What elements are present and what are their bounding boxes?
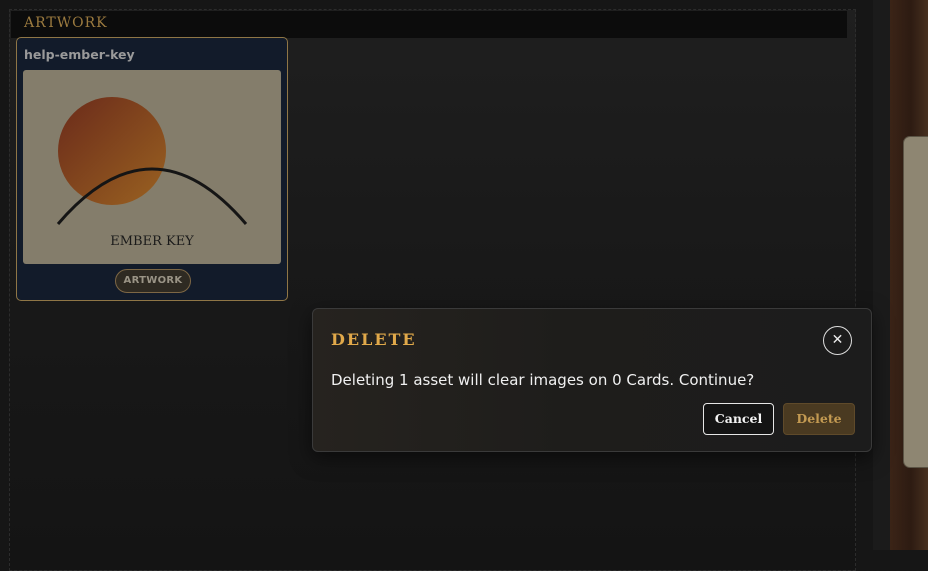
thumbnail-caption: EMBER KEY	[110, 234, 194, 249]
section-title: ARTWORK	[24, 15, 108, 31]
scrollbar-track	[873, 0, 890, 550]
dialog-message: Deleting 1 asset will clear images on 0 …	[331, 371, 755, 389]
preview-card	[903, 136, 928, 468]
section-header: ARTWORK	[11, 11, 847, 38]
delete-dialog: DELETE ✕ Deleting 1 asset will clear ima…	[312, 308, 872, 452]
delete-button[interactable]: Delete	[783, 403, 855, 435]
cancel-button[interactable]: Cancel	[703, 403, 774, 435]
asset-card[interactable]: help-ember-key EMBER KEY ARTWORK	[16, 37, 288, 301]
close-button[interactable]: ✕	[823, 326, 852, 355]
asset-thumbnail[interactable]: EMBER KEY	[23, 70, 281, 264]
asset-type-badge: ARTWORK	[115, 269, 191, 293]
dialog-title: DELETE	[331, 330, 417, 349]
close-icon: ✕	[831, 332, 844, 348]
asset-name: help-ember-key	[24, 47, 135, 62]
ember-orb	[58, 97, 166, 205]
